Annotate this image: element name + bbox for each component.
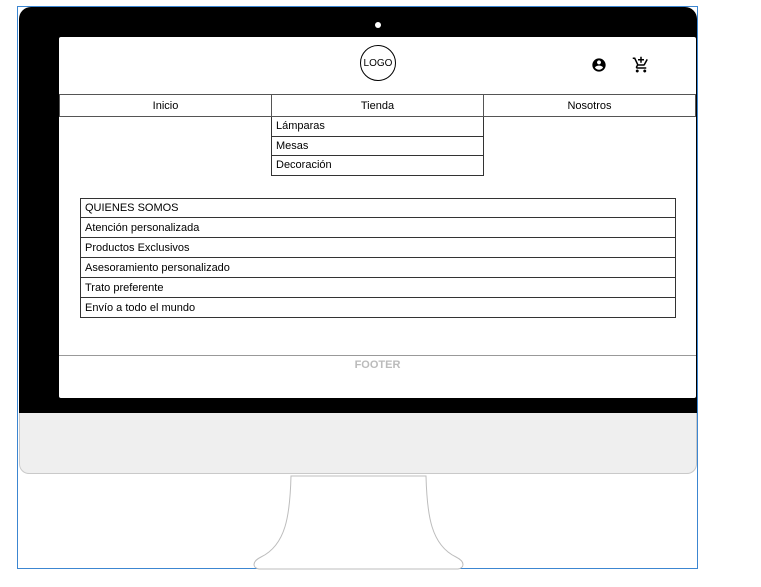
logo[interactable]: LOGO: [360, 45, 396, 81]
about-item: Asesoramiento personalizado: [80, 258, 676, 278]
tienda-dropdown: Lámparas Mesas Decoración: [271, 117, 484, 176]
nav-item-nosotros[interactable]: Nosotros: [484, 94, 696, 117]
account-circle-icon[interactable]: [591, 57, 607, 73]
nav-item-tienda[interactable]: Tienda: [272, 94, 484, 117]
about-item: Atención personalizada: [80, 218, 676, 238]
nav-item-inicio[interactable]: Inicio: [59, 94, 272, 117]
about-item: Productos Exclusivos: [80, 238, 676, 258]
about-section: QUIENES SOMOS Atención personalizada Pro…: [80, 198, 676, 318]
main-nav: Inicio Tienda Nosotros: [59, 94, 696, 117]
camera-dot: [375, 22, 381, 28]
dropdown-item-decoracion[interactable]: Decoración: [271, 156, 484, 176]
dropdown-item-lamparas[interactable]: Lámparas: [271, 117, 484, 137]
dropdown-item-mesas[interactable]: Mesas: [271, 136, 484, 156]
screen: LOGO Inicio Tienda Nosotros Lámparas Mes…: [59, 37, 696, 398]
monitor-chin: [19, 413, 697, 474]
about-item: Trato preferente: [80, 278, 676, 298]
about-item: Envío a todo el mundo: [80, 298, 676, 318]
about-title: QUIENES SOMOS: [80, 198, 676, 218]
monitor-bezel: LOGO Inicio Tienda Nosotros Lámparas Mes…: [19, 7, 697, 413]
add-to-cart-icon[interactable]: [632, 56, 650, 74]
footer-label: FOOTER: [354, 359, 401, 371]
footer: FOOTER: [59, 355, 696, 398]
